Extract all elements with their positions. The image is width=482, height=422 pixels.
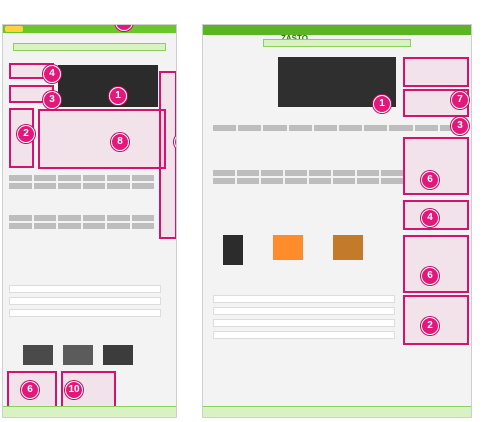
- left-product-grid-2: [9, 215, 154, 229]
- left-text-row-1: [9, 285, 161, 293]
- callout-8-left: 8: [111, 133, 129, 151]
- callout-2-right: 2: [421, 317, 439, 335]
- left-logo: [5, 26, 23, 32]
- left-region-9: [159, 71, 176, 239]
- callout-2-left: 2: [17, 125, 35, 143]
- callout-6-left: 6: [21, 381, 39, 399]
- right-bags-image: [333, 235, 363, 260]
- right-page-screenshot: ZASTO 7 3 1 6 4 6 2: [202, 24, 472, 418]
- left-region-8: [38, 109, 166, 169]
- callout-4-left: 4: [43, 65, 61, 83]
- left-bottom-image-1: [23, 345, 53, 365]
- right-product-grid-1: [213, 170, 403, 184]
- callout-1-right: 1: [373, 95, 391, 113]
- callout-10-left: 10: [65, 381, 83, 399]
- right-text-row-4: [213, 331, 395, 339]
- callout-6-right-top: 6: [421, 171, 439, 189]
- right-mp3-image: [223, 235, 243, 265]
- right-search-bar[interactable]: [263, 39, 411, 47]
- left-search-bar[interactable]: [13, 43, 166, 51]
- callout-3-right: 3: [451, 117, 469, 135]
- callout-1-left: 1: [109, 87, 127, 105]
- callout-6-right-bottom: 6: [421, 267, 439, 285]
- right-product-strip: [213, 125, 463, 131]
- right-region-6-bottom: [403, 235, 469, 293]
- right-orange-items: [273, 235, 303, 260]
- left-bottom-image-2: [63, 345, 93, 365]
- right-region-7: [403, 57, 469, 87]
- callout-7-right: 7: [451, 91, 469, 109]
- left-product-grid-1: [9, 175, 154, 189]
- right-text-row-2: [213, 307, 395, 315]
- left-text-row-3: [9, 309, 161, 317]
- right-text-row-3: [213, 319, 395, 327]
- left-text-row-2: [9, 297, 161, 305]
- left-page-screenshot: 7 4 3 1 2 8 9 6 10: [2, 24, 177, 418]
- left-bottom-image-3: [103, 345, 133, 365]
- callout-3-left: 3: [43, 91, 61, 109]
- left-footer-bar: [3, 406, 176, 417]
- left-top-green-bar: [3, 25, 176, 33]
- right-text-row-1: [213, 295, 395, 303]
- left-hero-banner: [58, 65, 158, 107]
- right-footer: [203, 406, 471, 417]
- callout-4-right: 4: [421, 209, 439, 227]
- right-top-bar: [203, 25, 471, 35]
